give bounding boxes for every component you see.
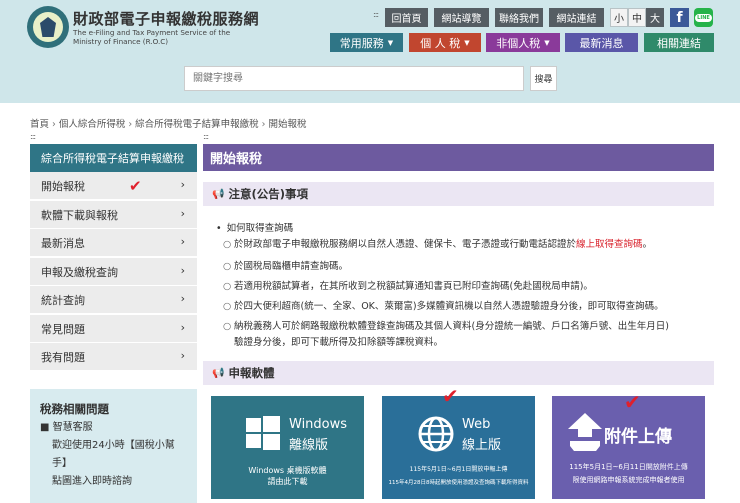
list-item: ○ 於四大便利超商(統一、全家、OK、萊爾富)多媒體資訊機以自然人憑證驗證身分後，… [223,301,664,312]
windows-icon [246,416,280,454]
how-to-get-code: • 如何取得查詢碼 [216,223,294,234]
upload-icon [568,413,602,455]
list-item: ○ 若適用稅額試算者，在其所收到之稅額試算通知書頁已附印查詢碼(免赴國稅局申請)。 [223,281,593,292]
sidebar-item-filing-query[interactable]: 申報及繳稅查詢 › [30,258,197,286]
chevron-down-icon: ▼ [464,38,470,47]
checkmark-icon: ✔ [442,384,459,408]
chevron-right-icon: › [180,235,185,248]
font-size-medium-button[interactable]: 中 [628,8,646,27]
web-online-tile[interactable]: ✔ Web 線上版 115年5月1日~6月1日開放申報上傳 115年4月28日8… [382,384,535,499]
grip-icon: ::: [30,132,36,141]
sitemap-link[interactable]: 網站導覽 [434,8,489,27]
chevron-right-icon: › [180,292,185,305]
chevron-right-icon: › [180,349,185,362]
grip-icon: ::: [373,10,379,19]
checkmark-icon: ✔ [129,177,142,195]
line-icon[interactable]: LINE [694,8,713,27]
online-query-code-link[interactable]: 線上取得查詢碼 [576,239,643,250]
notice-heading: 📢 注意(公告)事項 [203,182,714,206]
nav-individual-tax[interactable]: 個 人 稅 ▼ [409,33,481,52]
site-subtitle: The e-Filing and Tax Payment Service of … [73,28,231,46]
nav-non-individual-tax[interactable]: 非個人稅 ▼ [486,33,560,52]
sidebar-item-news[interactable]: 最新消息 › [30,229,197,257]
chatbot-line-1[interactable]: 歡迎使用24小時【國稅小幫 [40,437,197,455]
contact-link[interactable]: 聯絡我們 [495,8,543,27]
chevron-right-icon: › [180,264,185,277]
nav-related-links[interactable]: 相關連結 [644,33,714,52]
breadcrumb: 首頁 › 個人綜合所得稅 › 綜合所得稅電子結算申報繳稅 › 開始報稅 [30,119,307,130]
breadcrumb-efiling[interactable]: 綜合所得稅電子結算申報繳稅 [135,119,259,130]
windows-offline-tile[interactable]: Windows 離線版 Windows 桌機版軟體 請由此下載 [211,396,364,499]
attachment-upload-tile[interactable]: ✔ 附件上傳 115年5月1日~6月11日開放附件上傳 限使用網路申報系統完成申… [552,390,705,499]
chatbot-line-2[interactable]: 手】 [40,455,197,473]
facebook-icon[interactable]: f [670,8,689,27]
megaphone-icon: 📢 [212,188,225,200]
home-link[interactable]: 回首頁 [385,8,428,27]
tax-related-title: 稅務相關問題 [40,402,109,416]
smart-service-label[interactable]: ■ 智慧客服 [40,419,197,437]
grip-icon: ::: [203,132,209,141]
nav-common-services[interactable]: 常用服務 ▼ [330,33,403,52]
sidebar-item-start-filing[interactable]: 開始報稅 ✔ › [30,172,197,200]
tax-related-panel: 稅務相關問題 ■ 智慧客服 歡迎使用24小時【國稅小幫 手】 點圖進入即時諮詢 [30,389,197,503]
font-size-small-button[interactable]: 小 [610,8,628,27]
nav-latest-news[interactable]: 最新消息 [565,33,638,52]
site-header: 財政部電子申報繳稅服務網 The e-Filing and Tax Paymen… [0,0,740,103]
font-size-large-button[interactable]: 大 [646,8,664,27]
chevron-down-icon: ▼ [387,38,394,47]
chatbot-line-3[interactable]: 點圖進入即時諮詢 [40,473,197,491]
sidebar-item-software-download[interactable]: 軟體下載與報稅 › [30,201,197,229]
megaphone-icon: 📢 [212,367,225,379]
sidebar-item-faq[interactable]: 常見問題 › [30,315,197,343]
chevron-right-icon: › [180,207,185,220]
breadcrumb-individual-income-tax[interactable]: 個人綜合所得稅 [59,119,126,130]
sidebar-item-ask-question[interactable]: 我有問題 › [30,343,197,371]
site-title[interactable]: 財政部電子申報繳稅服務網 [73,8,259,29]
chevron-right-icon: › [180,321,185,334]
chevron-down-icon: ▼ [544,38,550,47]
sidebar-heading[interactable]: 綜合所得稅電子結算申報繳稅 [30,144,197,172]
ministry-logo-icon[interactable] [27,6,69,48]
list-item: ○ 於國稅局臨櫃申請查詢碼。 [223,261,349,272]
search-button[interactable]: 搜尋 [530,66,557,91]
software-heading: 📢 申報軟體 [203,361,714,385]
breadcrumb-current: 開始報稅 [268,119,307,130]
list-item: ○ 於財政部電子申報繳稅服務網以自然人憑證、健保卡、電子憑證或行動電話認證於線上取… [223,239,653,250]
globe-icon [418,416,454,456]
breadcrumb-home[interactable]: 首頁 [30,119,49,130]
list-item: ○ 納稅義務人可於網路報繳稅軟體登錄查詢碼及其個人資料(身分證統一編號、戶口名簿戶… [223,321,669,348]
site-links-link[interactable]: 網站連結 [549,8,604,27]
chevron-right-icon: › [180,178,185,191]
page-title: 開始報稅 [203,144,714,171]
sidebar-item-statistics[interactable]: 統計查詢 › [30,286,197,314]
checkmark-icon: ✔ [624,390,641,414]
search-input[interactable] [184,66,524,91]
